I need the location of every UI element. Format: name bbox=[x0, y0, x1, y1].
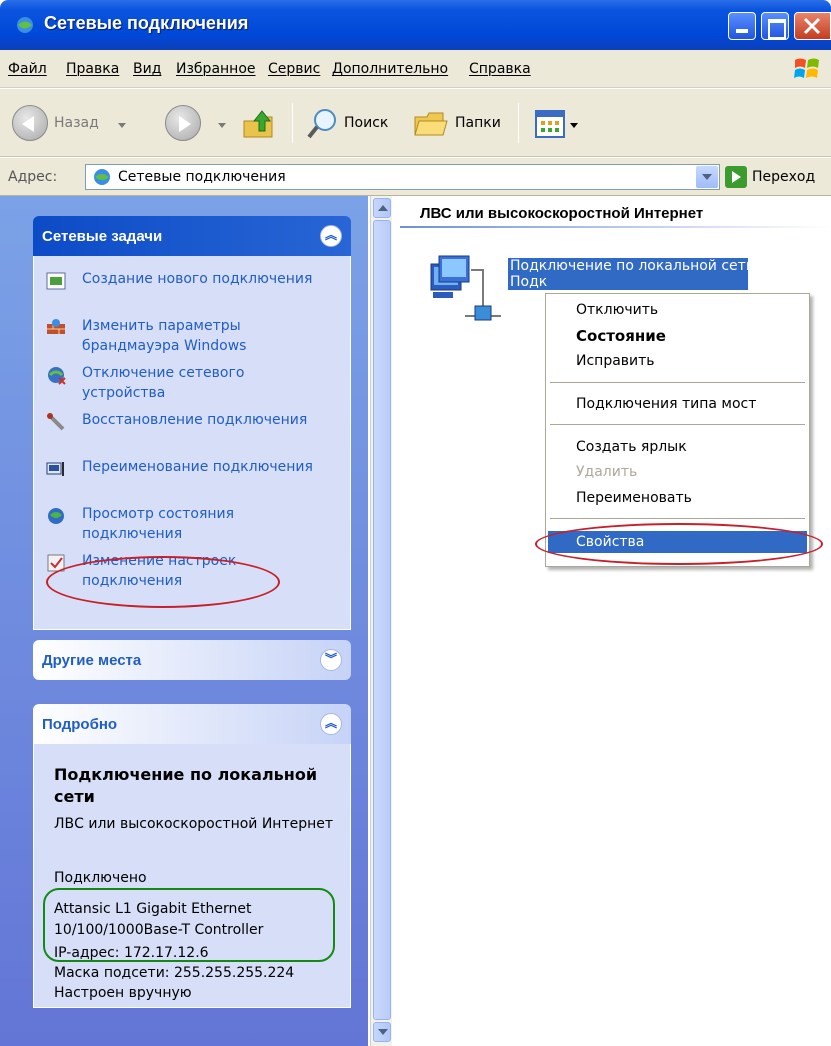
task-label: Просмотр состояния подключения bbox=[82, 506, 235, 542]
views-dropdown-icon[interactable] bbox=[570, 123, 578, 128]
lan-connection-icon[interactable] bbox=[425, 250, 505, 330]
folders-button-label[interactable]: Папки bbox=[455, 115, 501, 131]
task-pane-scrollbar[interactable] bbox=[370, 196, 392, 1046]
rename-icon bbox=[46, 462, 64, 476]
network-connections-icon bbox=[17, 17, 33, 33]
close-button[interactable] bbox=[794, 12, 831, 40]
menu-disable[interactable]: Отключить bbox=[576, 302, 658, 318]
menu-help[interactable]: Справка bbox=[469, 61, 531, 77]
windows-logo-icon bbox=[794, 58, 819, 78]
minimize-button[interactable] bbox=[728, 12, 756, 40]
back-button[interactable] bbox=[12, 105, 48, 141]
menu-edit[interactable]: Правка bbox=[66, 61, 119, 77]
search-icon[interactable] bbox=[306, 107, 340, 141]
task-label: Восстановление подключения bbox=[82, 412, 308, 428]
toolbar-separator bbox=[518, 103, 519, 143]
task-label: Переименование подключения bbox=[82, 459, 313, 475]
panel-title: Другие места bbox=[42, 652, 142, 669]
menu-status[interactable]: Состояние bbox=[576, 327, 666, 345]
group-divider bbox=[400, 226, 831, 228]
menu-separator bbox=[550, 518, 805, 519]
address-dropdown-button[interactable] bbox=[696, 166, 718, 188]
highlight-oval-settings bbox=[46, 556, 280, 608]
menu-advanced[interactable]: Дополнительно bbox=[332, 61, 448, 77]
details-mask: Маска подсети: 255.255.255.224 bbox=[54, 965, 295, 981]
repair-icon bbox=[47, 413, 65, 431]
folders-icon[interactable] bbox=[413, 107, 449, 141]
address-value: Сетевые подключения bbox=[118, 169, 286, 185]
address-input[interactable]: Сетевые подключения bbox=[85, 164, 720, 190]
other-places-panel: Другие места ︾ bbox=[33, 640, 351, 680]
collapse-icon[interactable]: ︽ bbox=[320, 225, 342, 247]
expand-icon[interactable]: ︾ bbox=[320, 649, 342, 671]
task-label: Отключение сетевого устройства bbox=[82, 365, 245, 401]
details-header[interactable]: Подробно ︽ bbox=[33, 704, 351, 744]
details-config: Настроен вручную bbox=[54, 985, 192, 1001]
menu-repair[interactable]: Исправить bbox=[576, 353, 655, 369]
network-tasks-header[interactable]: Сетевые задачи ︽ bbox=[33, 216, 351, 256]
disable-network-icon bbox=[48, 367, 66, 385]
details-panel: Подробно ︽ Подключение по локальной сети… bbox=[33, 704, 351, 1008]
new-connection-icon bbox=[46, 272, 66, 290]
scroll-up-button[interactable] bbox=[373, 198, 391, 218]
back-label: Назад bbox=[54, 115, 99, 131]
address-bar: Адрес: Сетевые подключения Переход bbox=[0, 158, 831, 196]
maximize-button[interactable] bbox=[761, 12, 789, 40]
views-icon[interactable] bbox=[534, 109, 566, 139]
details-type: ЛВС или высокоскоростной Интернет bbox=[54, 816, 334, 832]
highlight-oval-properties bbox=[535, 523, 823, 565]
scroll-thumb[interactable] bbox=[373, 220, 391, 1020]
menu-separator bbox=[550, 382, 805, 383]
menu-file[interactable]: Файл bbox=[8, 61, 47, 77]
menu-tools[interactable]: Сервис bbox=[268, 61, 320, 77]
address-label: Адрес: bbox=[8, 169, 58, 185]
scroll-down-button[interactable] bbox=[373, 1022, 391, 1042]
menu-favorites[interactable]: Избранное bbox=[176, 61, 256, 77]
menu-view[interactable]: Вид bbox=[133, 61, 161, 77]
toolbar-separator bbox=[292, 103, 293, 143]
menu-create-shortcut[interactable]: Создать ярлык bbox=[576, 439, 687, 455]
menu-delete: Удалить bbox=[576, 464, 638, 480]
panel-title: Сетевые задачи bbox=[42, 228, 163, 245]
toolbar: Назад Поиск Папки bbox=[0, 89, 831, 157]
window-title: Сетевые подключения bbox=[44, 13, 249, 33]
details-status: Подключено bbox=[54, 870, 147, 886]
go-button-label[interactable]: Переход bbox=[752, 169, 815, 185]
menu-bar: Файл Правка Вид Избранное Сервис Дополни… bbox=[0, 50, 831, 88]
task-label: Создание нового подключения bbox=[82, 271, 313, 287]
forward-button[interactable] bbox=[165, 105, 201, 141]
back-dropdown-icon[interactable] bbox=[118, 123, 126, 128]
firewall-icon bbox=[47, 319, 65, 334]
network-connections-icon bbox=[94, 169, 110, 185]
group-header: ЛВС или высокоскоростной Интернет bbox=[420, 205, 704, 222]
menu-separator bbox=[550, 424, 805, 425]
task-label: Изменить параметры брандмауэра Windows bbox=[82, 318, 247, 354]
search-button-label[interactable]: Поиск bbox=[344, 115, 388, 131]
connection-name: Подключение по локальной сети Подк bbox=[510, 258, 755, 290]
forward-dropdown-icon[interactable] bbox=[218, 123, 226, 128]
panel-title: Подробно bbox=[42, 716, 118, 733]
status-icon bbox=[48, 508, 64, 524]
up-folder-icon[interactable] bbox=[242, 107, 276, 141]
details-name: Подключение по локальной сети bbox=[54, 765, 318, 806]
details-body: Подключение по локальной сети ЛВС или вы… bbox=[33, 744, 351, 1008]
menu-rename[interactable]: Переименовать bbox=[576, 490, 692, 506]
title-bar: Сетевые подключения bbox=[0, 0, 831, 50]
collapse-icon[interactable]: ︽ bbox=[320, 713, 342, 735]
highlight-box-ip bbox=[43, 888, 335, 962]
go-arrow-icon[interactable] bbox=[725, 166, 747, 188]
connection-label[interactable]: Подключение по локальной сети Подк bbox=[508, 258, 755, 290]
menu-bridge[interactable]: Подключения типа мост bbox=[576, 396, 756, 412]
close-icon bbox=[803, 17, 821, 35]
other-places-header[interactable]: Другие места ︾ bbox=[33, 640, 351, 680]
